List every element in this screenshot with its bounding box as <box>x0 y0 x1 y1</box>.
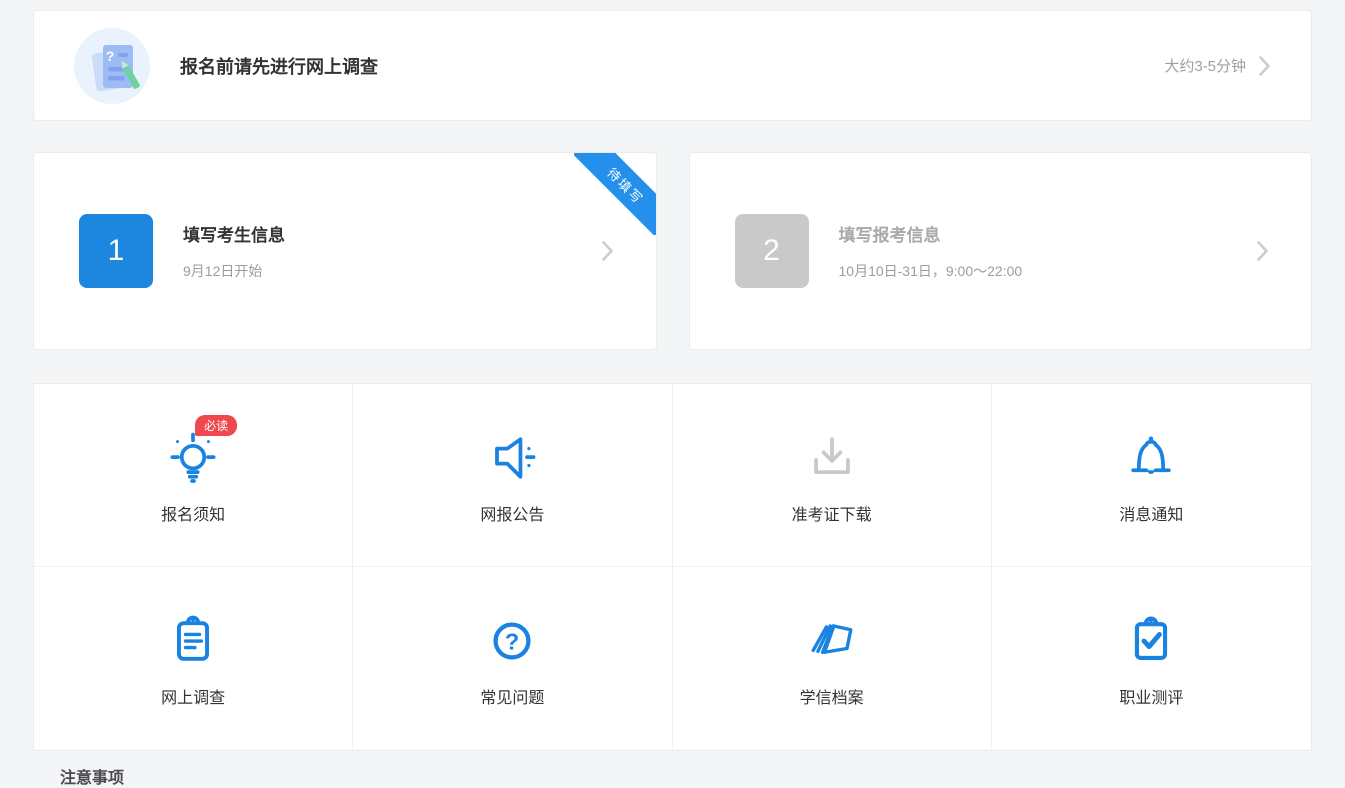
step-subtitle: 10月10日-31日，9:00～22:00 <box>839 261 1023 281</box>
ribbon-pending: 待填写 <box>574 153 656 235</box>
quick-menu-grid: 必读 报名须知 网报公告 <box>33 383 1312 751</box>
megaphone-icon <box>482 426 542 490</box>
survey-banner[interactable]: ? 报名前请先进行网上调查 大约3-5分钟 <box>33 10 1312 121</box>
banner-duration: 大约3-5分钟 <box>1164 55 1246 76</box>
menu-item-admission-ticket[interactable]: 准考证下载 <box>673 384 992 567</box>
step-title: 填写考生信息 <box>183 221 285 246</box>
chevron-right-icon <box>601 240 614 262</box>
menu-item-career-assessment[interactable]: 职业测评 <box>992 567 1311 750</box>
step-title: 填写报考信息 <box>839 221 1023 246</box>
menu-label: 报名须知 <box>161 501 225 525</box>
svg-text:?: ? <box>505 628 519 654</box>
menu-label: 网上调查 <box>161 684 225 708</box>
download-icon <box>802 426 862 490</box>
menu-label: 准考证下载 <box>792 501 872 525</box>
chevron-right-icon <box>1256 240 1269 262</box>
menu-label: 职业测评 <box>1119 684 1183 708</box>
menu-label: 消息通知 <box>1119 501 1183 525</box>
step-subtitle: 9月12日开始 <box>183 261 285 281</box>
menu-label: 常见问题 <box>480 684 544 708</box>
menu-item-notifications[interactable]: 消息通知 <box>992 384 1311 567</box>
menu-label: 网报公告 <box>480 501 544 525</box>
svg-text:?: ? <box>106 48 115 64</box>
menu-item-announcements[interactable]: 网报公告 <box>353 384 672 567</box>
notes-section-heading: 注意事项 <box>60 764 1312 788</box>
menu-item-online-survey[interactable]: 网上调查 <box>34 567 353 750</box>
menu-item-faq[interactable]: ? 常见问题 <box>353 567 672 750</box>
must-read-badge: 必读 <box>195 415 237 436</box>
bell-icon <box>1121 426 1181 490</box>
chevron-right-icon <box>1258 55 1271 77</box>
step-card-application-info[interactable]: 2 填写报考信息 10月10日-31日，9:00～22:00 <box>689 152 1313 350</box>
step-number-badge: 1 <box>79 214 153 288</box>
steps-row: 待填写 1 填写考生信息 9月12日开始 2 填写报考信息 10月10日-31日… <box>33 152 1312 350</box>
question-circle-icon: ? <box>482 609 542 673</box>
step-card-candidate-info[interactable]: 待填写 1 填写考生信息 9月12日开始 <box>33 152 657 350</box>
lightbulb-icon: 必读 <box>163 426 223 490</box>
clipboard-lines-icon <box>163 609 223 673</box>
banner-title: 报名前请先进行网上调查 <box>180 53 378 79</box>
menu-item-xuexin-archive[interactable]: 学信档案 <box>673 567 992 750</box>
step-number-badge: 2 <box>735 214 809 288</box>
menu-item-notice[interactable]: 必读 报名须知 <box>34 384 353 567</box>
menu-label: 学信档案 <box>800 684 864 708</box>
survey-document-icon: ? <box>74 28 150 104</box>
clipboard-check-icon <box>1121 609 1181 673</box>
fanned-documents-icon <box>802 609 862 673</box>
registration-page: ? 报名前请先进行网上调查 大约3-5分钟 待填写 1 <box>0 0 1345 788</box>
